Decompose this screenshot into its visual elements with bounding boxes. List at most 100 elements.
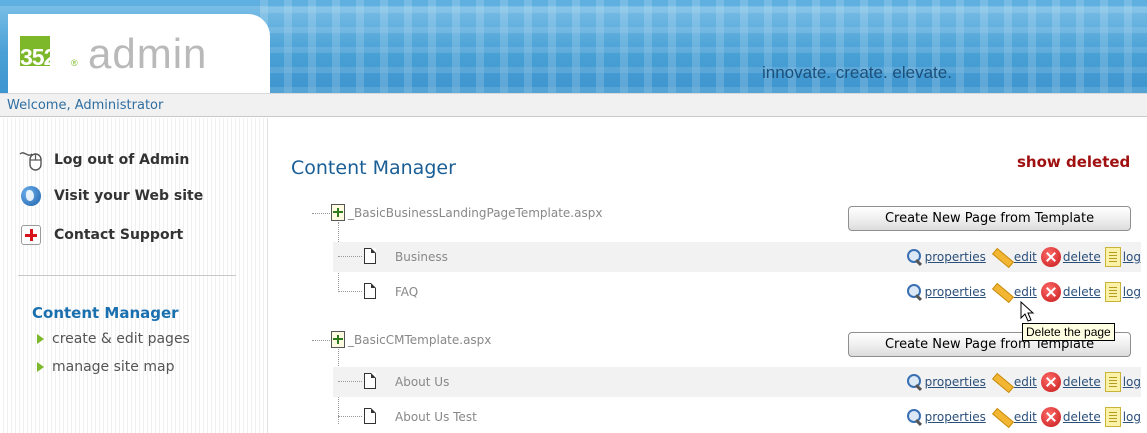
row-actions: properties edit delete log [902, 371, 1141, 393]
pencil-icon [990, 372, 1012, 392]
delete-icon [1040, 282, 1061, 302]
template-icon [331, 331, 345, 348]
welcome-bar: Welcome, Administrator [0, 93, 1147, 117]
log-icon [1104, 372, 1121, 392]
delete-action[interactable]: delete [1040, 282, 1101, 302]
sidebar-item-label: manage site map [52, 359, 175, 375]
page-document-icon [364, 408, 376, 424]
logout-link[interactable]: Log out of Admin [18, 147, 189, 173]
delete-link[interactable]: delete [1063, 250, 1101, 264]
admin-page: 352 ® admin innovate. create. elevate. W… [0, 0, 1147, 433]
log-action[interactable]: log [1104, 247, 1141, 267]
template-icon [331, 204, 345, 221]
magnifier-icon [906, 248, 923, 266]
mouse-cursor-icon [1020, 301, 1035, 322]
header-pattern [260, 0, 1147, 93]
sidebar-divider [18, 275, 236, 276]
create-new-page-button[interactable]: Create New Page from Template [848, 206, 1131, 231]
properties-action[interactable]: properties [906, 373, 986, 391]
sidebar-item-manage-site-map[interactable]: manage site map [37, 358, 174, 376]
log-icon [1104, 247, 1121, 267]
table-row: Business properties edit delete log [333, 242, 1141, 272]
delete-icon [1040, 247, 1061, 267]
pencil-icon [990, 282, 1012, 302]
mouse-icon [18, 148, 44, 172]
edit-action[interactable]: edit [990, 407, 1037, 427]
edit-action[interactable]: edit [990, 372, 1037, 392]
tooltip: Delete the page [1022, 323, 1115, 341]
template-name: _BasicCMTemplate.aspx [348, 333, 492, 347]
visit-site-label: Visit your Web site [54, 188, 204, 204]
template-name: _BasicBusinessLandingPageTemplate.aspx [348, 206, 603, 220]
magnifier-icon [906, 373, 923, 391]
page-document-icon [364, 373, 376, 389]
properties-action[interactable]: properties [906, 248, 986, 266]
log-icon [1104, 407, 1121, 427]
delete-icon [1040, 372, 1061, 392]
log-link[interactable]: log [1123, 375, 1141, 389]
logo-registered-mark: ® [71, 58, 78, 68]
page-name: About Us [395, 375, 450, 389]
tagline: innovate. create. elevate. [762, 63, 952, 82]
log-link[interactable]: log [1123, 410, 1141, 424]
globe-icon [21, 186, 41, 206]
log-action[interactable]: log [1104, 407, 1141, 427]
sidebar: Log out of Admin Visit your Web site Con… [0, 118, 268, 433]
page-document-icon [364, 248, 376, 264]
delete-link[interactable]: delete [1063, 285, 1101, 299]
page-name: About Us Test [395, 410, 477, 424]
edit-link[interactable]: edit [1014, 250, 1037, 264]
properties-link[interactable]: properties [925, 410, 986, 424]
log-action[interactable]: log [1104, 372, 1141, 392]
edit-link[interactable]: edit [1014, 410, 1037, 424]
sidebar-item-create-edit-pages[interactable]: create & edit pages [37, 330, 190, 348]
log-icon [1104, 282, 1121, 302]
contact-support-label: Contact Support [54, 227, 184, 243]
row-actions: properties edit delete log [902, 246, 1141, 268]
pencil-icon [990, 407, 1012, 427]
page-name: FAQ [395, 285, 419, 299]
plus-cross-icon [21, 225, 41, 245]
welcome-text: Welcome, Administrator [7, 98, 164, 113]
edit-link[interactable]: edit [1014, 285, 1037, 299]
log-action[interactable]: log [1104, 282, 1141, 302]
table-row: About Us Test properties edit delete log [333, 402, 1141, 432]
pencil-icon [990, 247, 1012, 267]
logo-number: 352 [20, 44, 56, 70]
magnifier-icon [906, 283, 923, 301]
page-name: Business [395, 250, 448, 264]
magnifier-icon [906, 408, 923, 426]
logo-admin-text: admin [88, 30, 208, 77]
delete-link[interactable]: delete [1063, 410, 1101, 424]
log-link[interactable]: log [1123, 250, 1141, 264]
properties-link[interactable]: properties [925, 375, 986, 389]
page-title: Content Manager [291, 157, 456, 179]
sidebar-section-title: Content Manager [32, 304, 179, 322]
page-document-icon [364, 283, 376, 299]
delete-action[interactable]: delete [1040, 407, 1101, 427]
logout-label: Log out of Admin [54, 152, 190, 168]
row-actions: properties edit delete log [902, 281, 1141, 303]
header-banner: 352 ® admin innovate. create. elevate. [0, 0, 1147, 93]
properties-action[interactable]: properties [906, 283, 986, 301]
delete-link[interactable]: delete [1063, 375, 1101, 389]
edit-action[interactable]: edit [990, 247, 1037, 267]
properties-action[interactable]: properties [906, 408, 986, 426]
table-row: About Us properties edit delete log [333, 367, 1141, 397]
edit-action[interactable]: edit [990, 282, 1037, 302]
log-link[interactable]: log [1123, 285, 1141, 299]
delete-icon [1040, 407, 1061, 427]
sidebar-item-label: create & edit pages [52, 331, 190, 347]
arrow-right-icon [37, 362, 44, 372]
delete-action[interactable]: delete [1040, 372, 1101, 392]
row-actions: properties edit delete log [902, 406, 1141, 428]
logo: 352 ® admin [8, 14, 270, 93]
edit-link[interactable]: edit [1014, 375, 1037, 389]
show-deleted-link[interactable]: show deleted [1017, 153, 1130, 171]
contact-support-link[interactable]: Contact Support [18, 222, 183, 248]
visit-site-link[interactable]: Visit your Web site [18, 183, 203, 209]
delete-action[interactable]: delete [1040, 247, 1101, 267]
properties-link[interactable]: properties [925, 250, 986, 264]
properties-link[interactable]: properties [925, 285, 986, 299]
arrow-right-icon [37, 334, 44, 344]
